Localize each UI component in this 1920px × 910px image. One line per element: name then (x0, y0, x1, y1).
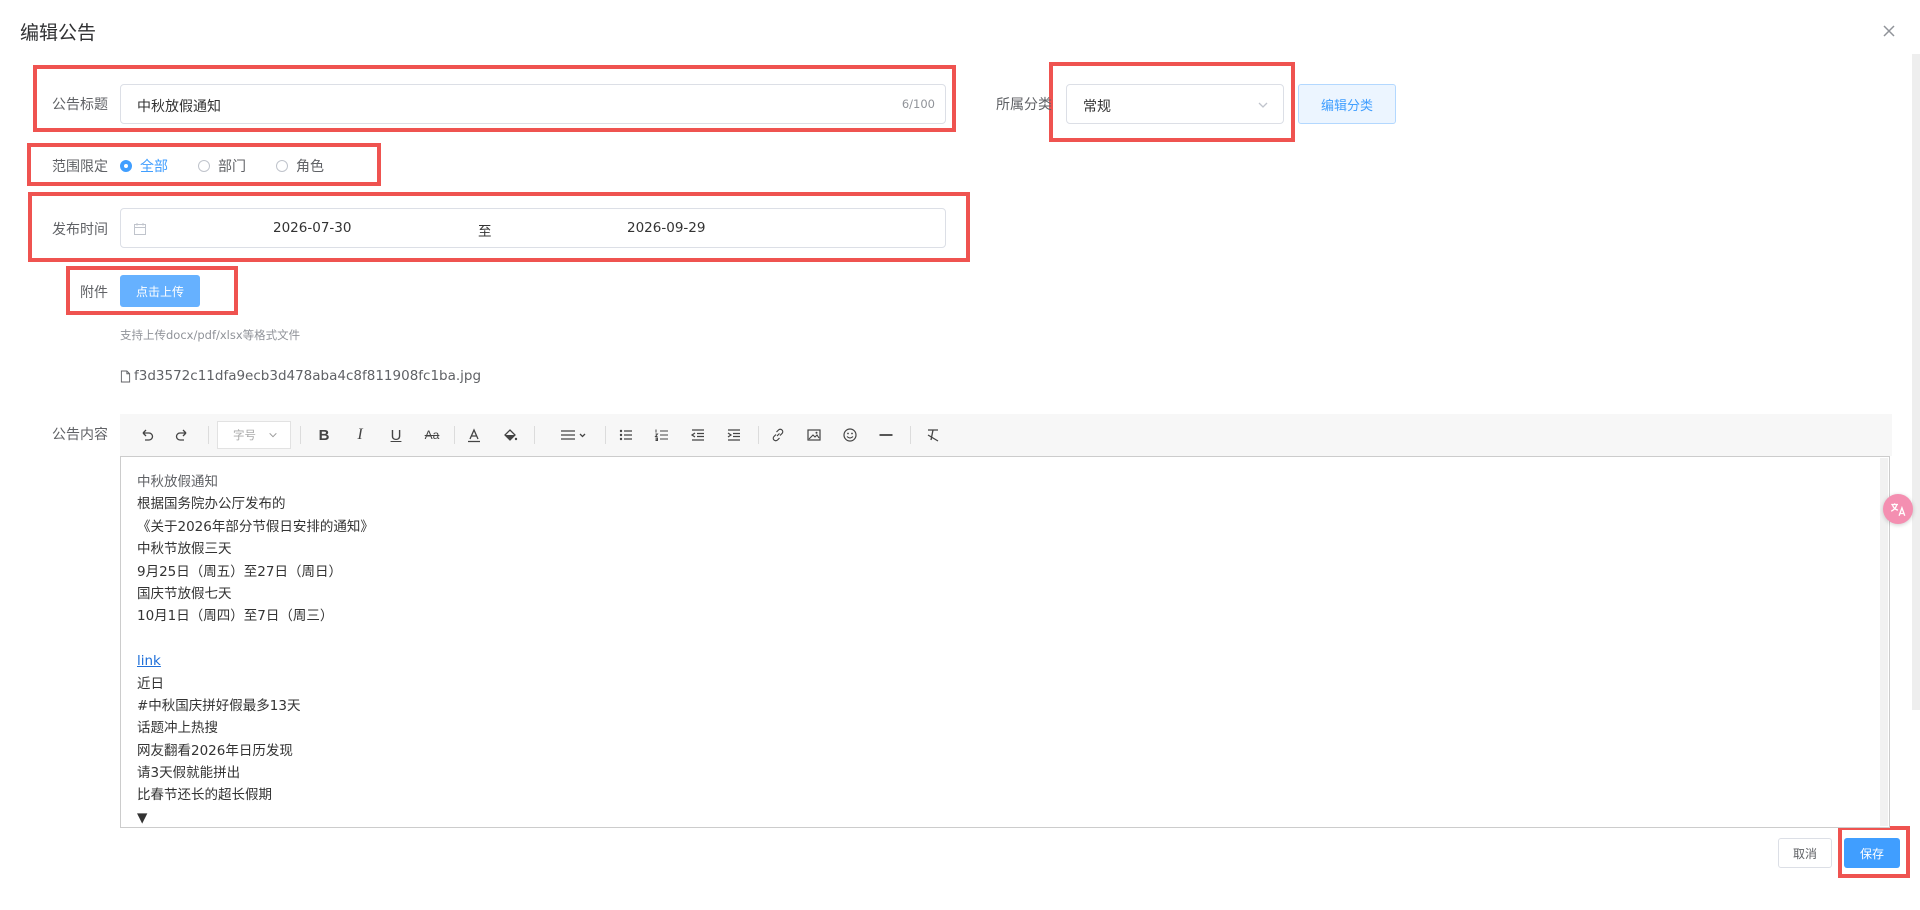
category-select[interactable]: 常规 (1066, 84, 1284, 124)
title-char-count: 6/100 (901, 97, 935, 111)
document-icon (120, 370, 131, 382)
font-size-placeholder: 字号 (233, 428, 256, 442)
editor-line: 国庆节放假七天 (137, 585, 232, 602)
save-button[interactable]: 保存 (1844, 838, 1900, 868)
scope-radio-department[interactable]: 部门 (198, 156, 246, 176)
horizontal-rule-icon[interactable] (875, 424, 897, 446)
editor-line: 根据国务院办公厅发布的 (137, 496, 286, 513)
attachment-file-item[interactable]: f3d3572c11dfa9ecb3d478aba4c8f811908fc1ba… (120, 368, 481, 384)
scope-radio-all[interactable]: 全部 (120, 156, 168, 176)
radio-unchecked-icon (198, 160, 210, 172)
editor-link-line: link (137, 650, 374, 672)
scope-radio-group: 全部 部门 角色 (120, 156, 324, 176)
editor-line: 10月1日（周四）至7日（周三） (137, 608, 334, 625)
undo-icon[interactable] (136, 424, 158, 446)
editor-line: 9月25日（周五）至27日（周日） (137, 563, 342, 580)
content-editor[interactable]: 中秋放假通知 根据国务院办公厅发布的 《关于2026年部分节假日安排的通知》 中… (120, 456, 1890, 828)
bold-icon[interactable]: B (313, 424, 335, 446)
background-color-icon[interactable] (499, 424, 521, 446)
editor-line: 话题冲上热搜 (137, 720, 218, 737)
editor-line: 请3天假就能拼出 (137, 765, 241, 782)
font-size-select[interactable]: 字号 (217, 421, 291, 449)
editor-toolbar: 字号 B I U Aa (120, 414, 1892, 456)
editor-line: 比春节还长的超长假期 (137, 787, 272, 804)
title-input[interactable]: 中秋放假通知 6/100 (120, 84, 946, 124)
radio-unchecked-icon (276, 160, 288, 172)
clear-format-icon[interactable] (922, 424, 944, 446)
editor-line: 《关于2026年部分节假日安排的通知》 (137, 518, 374, 535)
edit-category-button[interactable]: 编辑分类 (1298, 84, 1396, 124)
close-icon[interactable] (1878, 20, 1900, 42)
font-color-icon[interactable] (463, 424, 485, 446)
publish-time-label: 发布时间 (52, 222, 108, 238)
dialog-title: 编辑公告 (20, 22, 97, 44)
editor-line: 中秋节放假三天 (137, 541, 232, 558)
category-select-value: 常规 (1083, 99, 1111, 115)
publish-start-date[interactable]: 2026-07-30 (273, 220, 351, 236)
emoji-icon[interactable] (839, 424, 861, 446)
translate-icon[interactable] (1883, 494, 1913, 524)
image-icon[interactable] (803, 424, 825, 446)
scope-option-label: 角色 (296, 159, 324, 175)
editor-line: 近日 (137, 675, 164, 692)
redo-icon[interactable] (171, 424, 193, 446)
attachment-file-name: f3d3572c11dfa9ecb3d478aba4c8f811908fc1ba… (134, 368, 482, 384)
publish-range-separator: 至 (478, 224, 492, 240)
radio-checked-icon (120, 160, 132, 172)
chevron-down-icon (1258, 102, 1268, 108)
title-label: 公告标题 (52, 97, 108, 113)
calendar-icon (134, 223, 146, 235)
align-icon[interactable] (556, 424, 590, 446)
strikethrough-icon[interactable]: Aa (421, 424, 443, 446)
link-icon[interactable] (767, 424, 789, 446)
scope-option-label: 全部 (140, 159, 168, 175)
cancel-button[interactable]: 取消 (1778, 838, 1832, 868)
editor-line: 网友翻看2026年日历发现 (137, 742, 293, 759)
content-link[interactable]: link (137, 653, 161, 669)
title-input-value: 中秋放假通知 (137, 99, 221, 115)
scope-label: 范围限定 (52, 159, 108, 175)
publish-end-date[interactable]: 2026-09-29 (627, 220, 705, 236)
editor-line: 中秋放假通知 (137, 474, 218, 490)
outdent-icon[interactable] (687, 424, 709, 446)
publish-date-range[interactable]: 2026-07-30 至 2026-09-29 (120, 208, 946, 248)
upload-button[interactable]: 点击上传 (120, 275, 200, 307)
editor-content: 中秋放假通知 根据国务院办公厅发布的 《关于2026年部分节假日安排的通知》 中… (137, 471, 374, 827)
editor-line: ▼ (137, 809, 148, 826)
underline-icon[interactable]: U (385, 424, 407, 446)
page-scrollbar[interactable] (1912, 54, 1920, 710)
italic-icon[interactable]: I (349, 424, 371, 446)
attachment-label: 附件 (80, 285, 108, 301)
content-label: 公告内容 (52, 427, 108, 443)
upload-hint: 支持上传docx/pdf/xlsx等格式文件 (120, 328, 301, 342)
scope-option-label: 部门 (218, 159, 246, 175)
scope-radio-role[interactable]: 角色 (276, 156, 324, 176)
numbered-list-icon[interactable] (651, 424, 673, 446)
editor-line: #中秋国庆拼好假最多13天 (137, 697, 301, 714)
category-label: 所属分类 (996, 97, 1052, 113)
chevron-down-icon (269, 432, 277, 438)
bullet-list-icon[interactable] (615, 424, 637, 446)
indent-icon[interactable] (723, 424, 745, 446)
